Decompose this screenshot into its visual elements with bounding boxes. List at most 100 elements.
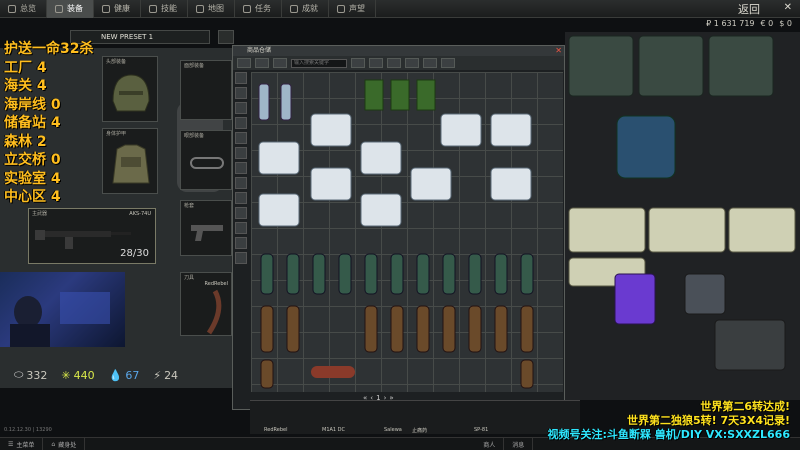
top-nav-bar: 总览 装备 健康 技能 地图 任务 成就 声望 返回 ✕ bbox=[0, 0, 800, 18]
tab-health[interactable]: 健康 bbox=[94, 0, 141, 18]
eyewear-slot[interactable]: 眼部装备 bbox=[180, 130, 232, 190]
melee-slot[interactable]: 刀具 RedRebel bbox=[180, 272, 232, 336]
headwear-slot[interactable]: 头部装备 bbox=[102, 56, 158, 122]
container-grid[interactable] bbox=[565, 32, 800, 400]
tab-label: 任务 bbox=[255, 4, 271, 13]
overlay-line: 世界第二独狼5转! 7天3X4记录! bbox=[627, 414, 790, 427]
quickbar-item[interactable]: Salewa bbox=[384, 427, 402, 433]
stash-toolbar bbox=[233, 56, 564, 70]
category-button[interactable] bbox=[351, 58, 365, 68]
overlay-line: 视频号关注:斗鱼断槑 兽机/DIY VX:SXXZL666 bbox=[547, 428, 791, 441]
quickbar-item[interactable]: 止痛药 bbox=[412, 427, 427, 434]
overlay-line: 立交桥 0 bbox=[4, 152, 61, 168]
stash-items bbox=[258, 79, 534, 389]
tab-gear[interactable]: 装备 bbox=[47, 0, 94, 18]
chat-label: 消息 bbox=[512, 441, 525, 449]
melee-name: RedRebel bbox=[204, 281, 228, 287]
overlay-line: 海关 4 bbox=[4, 78, 47, 94]
close-icon[interactable]: ✕ bbox=[784, 2, 792, 13]
euros-value: € 0 bbox=[760, 19, 774, 28]
trader-label: 商人 bbox=[483, 441, 496, 449]
quickbar-item[interactable]: RedRebel bbox=[264, 427, 287, 433]
trader-button[interactable]: 商人 bbox=[475, 438, 505, 450]
filter-gear-button[interactable] bbox=[235, 117, 247, 129]
hydration-value: 67 bbox=[125, 368, 140, 382]
facecover-slot[interactable]: 面部装备 bbox=[180, 60, 232, 120]
quickbar-item[interactable]: M1A1 DC bbox=[322, 427, 345, 433]
filter-ammo-button[interactable] bbox=[235, 102, 247, 114]
save-preset-button[interactable] bbox=[218, 30, 234, 44]
level-stat: ⬭ 332 bbox=[14, 368, 47, 382]
stash-title: 商品仓储 bbox=[233, 46, 564, 56]
category-button[interactable] bbox=[369, 58, 383, 68]
hideout-button[interactable]: ⌂ 藏身处 bbox=[43, 438, 86, 450]
filter-keys-button[interactable] bbox=[235, 147, 247, 159]
slot-label: 刀具 bbox=[184, 275, 195, 281]
filter-meds-button[interactable] bbox=[235, 162, 247, 174]
map-icon bbox=[196, 4, 204, 13]
overlay-line: 森林 2 bbox=[4, 133, 47, 150]
armor-slot[interactable]: 身体护甲 bbox=[102, 128, 158, 194]
quickbar-item[interactable]: SP-81 bbox=[474, 427, 488, 433]
main-menu-button[interactable]: ☰ 主菜单 bbox=[0, 438, 44, 450]
tasks-icon bbox=[243, 4, 251, 13]
ammo-count: 28/30 bbox=[120, 248, 149, 259]
overlay-line: 世界第二6转达成! bbox=[700, 400, 790, 413]
back-button[interactable]: 返回 bbox=[738, 1, 760, 17]
filter-all-button[interactable] bbox=[235, 72, 247, 84]
settings-button[interactable] bbox=[273, 58, 287, 68]
tab-label: 地图 bbox=[208, 4, 224, 13]
sort-button[interactable] bbox=[255, 58, 269, 68]
slot-label: 头部装备 bbox=[106, 59, 127, 65]
tab-label: 声望 bbox=[349, 4, 365, 13]
slot-label: 面部装备 bbox=[184, 63, 205, 69]
hideout-icon: ⌂ bbox=[51, 440, 56, 448]
tab-skills[interactable]: 技能 bbox=[141, 0, 188, 18]
tab-label: 成就 bbox=[302, 4, 318, 13]
menu-icon: ☰ bbox=[8, 440, 14, 448]
holster-slot[interactable]: 枪套 bbox=[180, 200, 232, 256]
purple-lootbox-icon bbox=[614, 273, 656, 325]
tab-achievements[interactable]: 成就 bbox=[282, 0, 329, 18]
filter-containers-button[interactable] bbox=[235, 132, 247, 144]
overlay-line: 护送一命32杀 bbox=[4, 41, 94, 57]
lock-button[interactable] bbox=[423, 58, 437, 68]
weight-value: 24 bbox=[164, 368, 179, 382]
bottle-icon bbox=[260, 253, 534, 295]
overlay-line: 中心区 4 bbox=[4, 189, 61, 205]
containers-art bbox=[568, 35, 796, 371]
primary-weapon-slot[interactable]: 主武器 AKS-74U 28/30 bbox=[28, 208, 156, 264]
stash-grid[interactable] bbox=[251, 72, 563, 392]
currency-row: ₽ 1 631 719 € 0 $ 0 bbox=[706, 19, 792, 28]
filter-misc-button[interactable] bbox=[235, 252, 247, 264]
chat-button[interactable]: 消息 bbox=[504, 438, 534, 450]
search-input[interactable] bbox=[291, 58, 347, 68]
close-icon[interactable]: ✕ bbox=[555, 46, 562, 56]
filter-mods-button[interactable] bbox=[235, 222, 247, 234]
goggles-icon bbox=[190, 157, 224, 169]
quickbar-strip: RedRebel M1A1 DC Salewa 止痛药 SP-81 bbox=[250, 400, 580, 434]
reputation-icon bbox=[337, 4, 345, 13]
filter-button[interactable] bbox=[237, 58, 251, 68]
clear-button[interactable] bbox=[441, 58, 455, 68]
slot-label: 枪套 bbox=[184, 203, 195, 209]
slot-label: 主武器 bbox=[32, 211, 48, 217]
filter-weapons-button[interactable] bbox=[235, 87, 247, 99]
tab-map[interactable]: 地图 bbox=[188, 0, 235, 18]
energy-stat: ✳ 440 bbox=[61, 369, 94, 382]
water-bottle-icon bbox=[258, 83, 292, 121]
stash-filter-sidebar bbox=[235, 72, 249, 372]
filter-info-button[interactable] bbox=[235, 207, 247, 219]
tab-reputation[interactable]: 声望 bbox=[329, 0, 376, 18]
category-button[interactable] bbox=[387, 58, 401, 68]
version-text: 0.12.12.30 | 13290 bbox=[4, 427, 52, 433]
category-button[interactable] bbox=[405, 58, 419, 68]
tab-label: 装备 bbox=[67, 4, 83, 13]
filter-special-button[interactable] bbox=[235, 237, 247, 249]
helmet-icon bbox=[112, 74, 150, 112]
filter-barter-button[interactable] bbox=[235, 192, 247, 204]
filter-provisions-button[interactable] bbox=[235, 177, 247, 189]
sausage-icon bbox=[311, 366, 355, 378]
tab-tasks[interactable]: 任务 bbox=[235, 0, 282, 18]
tab-overview[interactable]: 总览 bbox=[0, 0, 47, 18]
